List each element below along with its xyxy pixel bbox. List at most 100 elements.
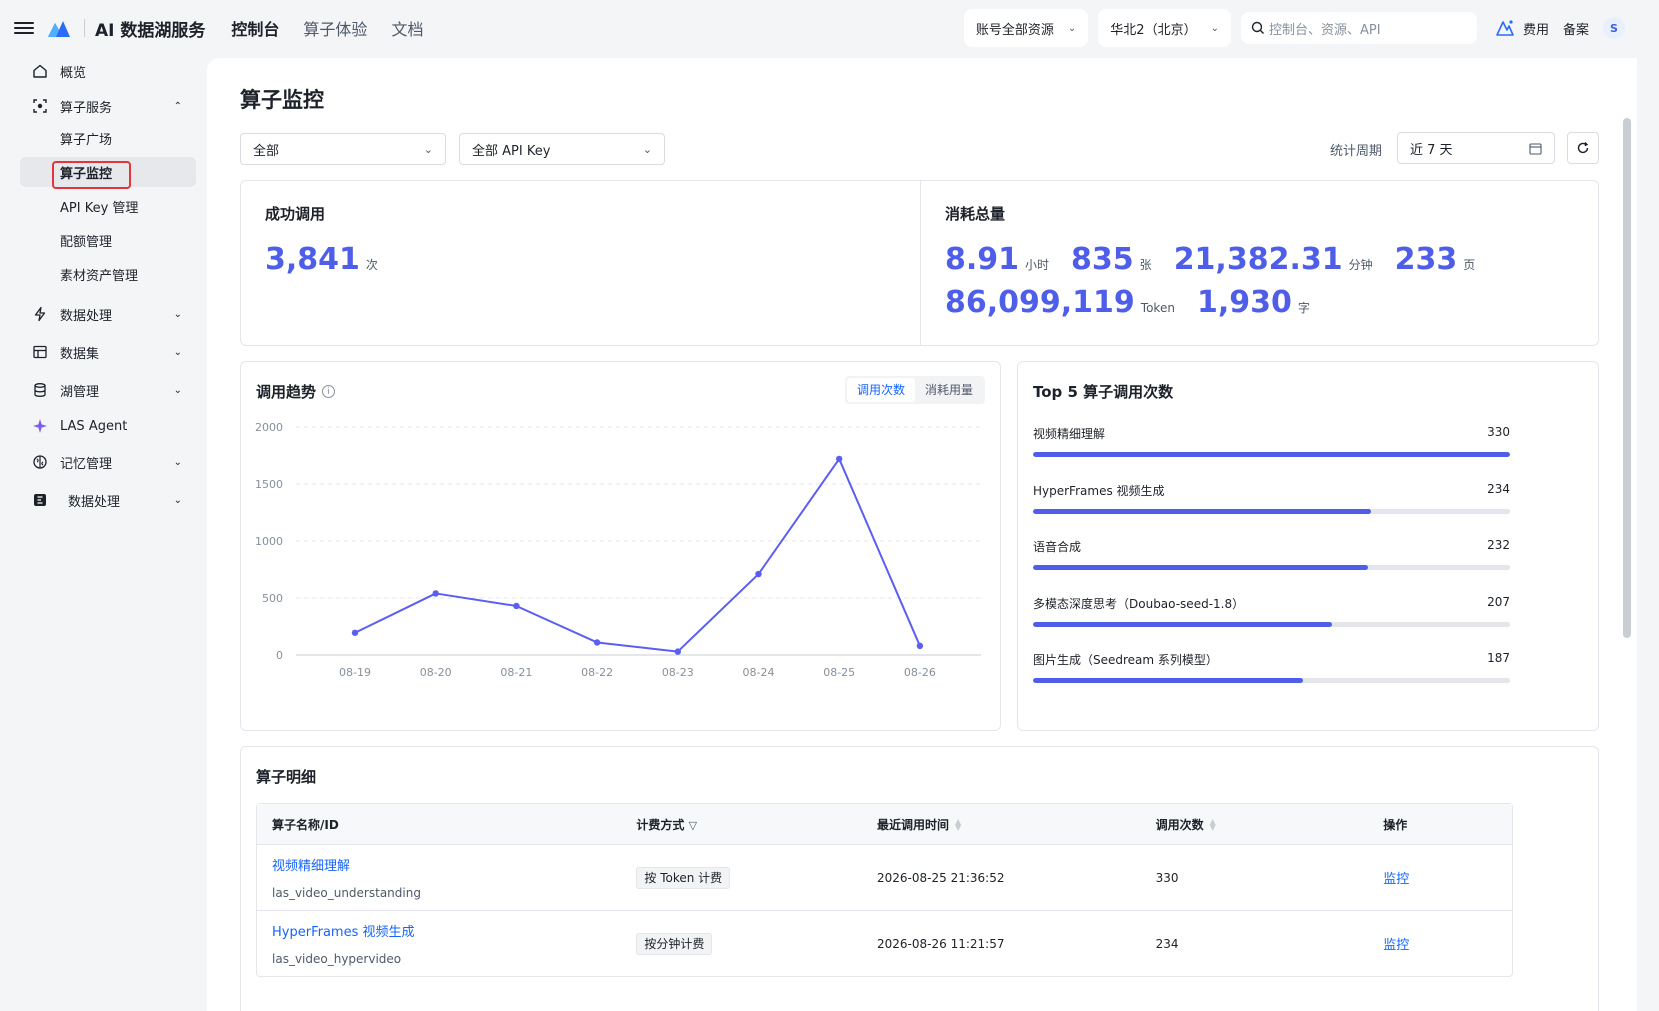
apikey-filter-select[interactable]: 全部 API Key ⌄ <box>459 133 665 165</box>
refresh-button[interactable] <box>1567 132 1599 164</box>
table-header: 算子名称/ID 计费方式 ▽ 最近调用时间 ▲ ▼ 调用次数 ▲ ▼ 操作 <box>257 804 1512 844</box>
top5-bar-fill <box>1033 565 1369 570</box>
scrollbar[interactable] <box>1623 118 1631 638</box>
consume-unit: Token <box>1140 301 1175 315</box>
sort-icon[interactable]: ▲ ▼ <box>955 818 961 832</box>
sidebar-item-data-processing[interactable]: 数据处理 ⌄ <box>20 299 196 329</box>
sidebar-sub-label: API Key 管理 <box>60 200 139 216</box>
sidebar-sub-operator-square[interactable]: 算子广场 <box>20 123 196 153</box>
sidebar-sub-asset[interactable]: 素材资产管理 <box>20 259 196 289</box>
sidebar-item-label: 概览 <box>60 65 87 81</box>
data-processing-icon <box>32 492 48 508</box>
top5-bar-track <box>1033 678 1510 683</box>
trend-card: 调用趋势 i 调用次数 消耗用量 0 500 1000 1500 2000 08-19 08… <box>240 361 1001 731</box>
main-panel: 算子监控 全部 ⌄ 全部 API Key ⌄ 统计周期 近 7 天 成功调用 3… <box>207 58 1637 1011</box>
sidebar-item-operator-service[interactable]: 算子服务 ⌃ <box>20 91 196 121</box>
sidebar-sub-quota[interactable]: 配额管理 <box>20 225 196 255</box>
sort-icon[interactable]: ▲ ▼ <box>1210 818 1216 832</box>
app-title: AI 数据湖服务 <box>95 20 206 41</box>
top-bar: AI 数据湖服务 控制台 算子体验 文档 账号全部资源 ⌄ 华北2（北京） ⌄ … <box>0 0 1659 56</box>
top5-item: 语音合成 232 <box>1033 538 1510 570</box>
chevron-up-icon: ⌃ <box>173 100 182 112</box>
y-tick-label: 1500 <box>255 478 283 491</box>
sidebar-item-label: 记忆管理 <box>60 456 113 472</box>
operator-filter-value: 全部 <box>253 143 280 159</box>
topnav-console[interactable]: 控制台 <box>231 16 279 40</box>
assistant-icon[interactable] <box>1495 19 1515 37</box>
sidebar-item-las-agent[interactable]: LAS Agent <box>20 411 196 441</box>
x-tick-label: 08-21 <box>500 666 532 679</box>
chevron-down-icon: ⌄ <box>173 346 182 358</box>
sidebar-sub-operator-monitor[interactable]: 算子监控 <box>20 157 196 187</box>
sidebar-item-label: LAS Agent <box>60 418 128 434</box>
sidebar-item-overview[interactable]: 概览 <box>20 56 196 86</box>
sidebar-item-data-processing-2[interactable]: 数据处理 ⌄ <box>20 485 196 515</box>
period-value: 近 7 天 <box>1410 142 1453 158</box>
topnav-docs[interactable]: 文档 <box>391 16 423 40</box>
monitor-link[interactable]: 监控 <box>1383 938 1409 953</box>
consume-unit: 小时 <box>1025 258 1050 272</box>
top5-item-value: 232 <box>1487 538 1510 552</box>
filter-icon[interactable]: ▽ <box>689 819 697 832</box>
table-icon <box>32 344 48 360</box>
chevron-down-icon: ⌄ <box>173 384 182 396</box>
filing-link[interactable]: 备案 <box>1563 19 1589 38</box>
consume-value: 1,930 <box>1196 285 1292 320</box>
page-title: 算子监控 <box>240 88 324 112</box>
monitor-link[interactable]: 监控 <box>1383 872 1409 887</box>
consume-value: 86,099,119 <box>945 285 1135 320</box>
tab-calls[interactable]: 调用次数 <box>846 378 915 402</box>
region-label: 华北2（北京） <box>1110 22 1197 38</box>
top5-item-value: 207 <box>1487 594 1510 609</box>
col-count[interactable]: 调用次数 ▲ ▼ <box>1156 816 1384 833</box>
top5-bar-fill <box>1033 452 1510 457</box>
top-nav: 控制台 算子体验 文档 <box>231 16 423 40</box>
sidebar-sub-api-key[interactable]: API Key 管理 <box>20 191 196 221</box>
calendar-icon <box>1529 142 1542 155</box>
sidebar-item-memory-mgmt[interactable]: 记忆管理 ⌄ <box>20 447 196 477</box>
x-tick-label: 08-24 <box>743 666 775 679</box>
top5-bar-track <box>1033 508 1510 514</box>
y-tick-label: 500 <box>262 592 283 605</box>
topnav-operator-experience[interactable]: 算子体验 <box>303 16 367 40</box>
data-point <box>916 642 924 650</box>
sidebar-item-dataset[interactable]: 数据集 ⌄ <box>20 337 196 367</box>
last-call-time: 2026-08-26 11:21:57 <box>877 936 1005 951</box>
data-point <box>674 648 681 655</box>
col-last-call-label: 最近调用时间 <box>877 817 950 832</box>
period-date-picker[interactable]: 近 7 天 <box>1397 132 1555 164</box>
tab-usage[interactable]: 消耗用量 <box>915 378 983 402</box>
trend-title: 调用趋势 i <box>256 381 336 402</box>
operator-name-link[interactable]: HyperFrames 视频生成 <box>272 921 636 940</box>
region-select[interactable]: 华北2（北京） ⌄ <box>1098 9 1231 47</box>
y-tick-label: 1000 <box>255 535 283 548</box>
col-billing[interactable]: 计费方式 ▽ <box>636 816 877 833</box>
top5-bar-track <box>1033 452 1510 457</box>
sidebar-item-lake-mgmt[interactable]: 湖管理 ⌄ <box>20 375 196 405</box>
consume-value: 8.91 <box>945 242 1020 277</box>
avatar[interactable]: S <box>1603 17 1625 39</box>
last-call-time: 2026-08-25 21:36:52 <box>877 870 1005 885</box>
account-scope-select[interactable]: 账号全部资源 ⌄ <box>963 9 1089 47</box>
table-row: 视频精细理解 las_video_understanding 按 Token 计费… <box>257 844 1512 910</box>
operator-filter-select[interactable]: 全部 ⌄ <box>240 133 446 165</box>
data-point <box>513 602 520 610</box>
consume-unit: 页 <box>1463 258 1476 272</box>
search-input[interactable]: 控制台、资源、API <box>1240 12 1477 44</box>
success-calls-value: 3,841 <box>265 242 360 277</box>
col-action: 操作 <box>1383 817 1408 832</box>
operator-name-link[interactable]: 视频精细理解 <box>272 855 636 874</box>
top5-item: HyperFrames 视频生成 234 <box>1033 482 1510 514</box>
top5-item-name: 语音合成 <box>1033 540 1082 554</box>
top5-bar-fill <box>1033 508 1372 514</box>
info-icon[interactable]: i <box>322 385 336 398</box>
col-last-call[interactable]: 最近调用时间 ▲ ▼ <box>877 816 1156 833</box>
top5-item-name: HyperFrames 视频生成 <box>1033 483 1165 498</box>
search-icon <box>1251 21 1264 34</box>
consume-unit: 分钟 <box>1348 258 1373 272</box>
menu-icon[interactable] <box>14 20 34 36</box>
billing-link[interactable]: 费用 <box>1523 19 1549 38</box>
search-placeholder: 控制台、资源、API <box>1268 22 1381 38</box>
home-icon <box>32 63 48 79</box>
detail-table: 算子名称/ID 计费方式 ▽ 最近调用时间 ▲ ▼ 调用次数 ▲ ▼ 操作 视频精细理解… <box>256 803 1513 977</box>
